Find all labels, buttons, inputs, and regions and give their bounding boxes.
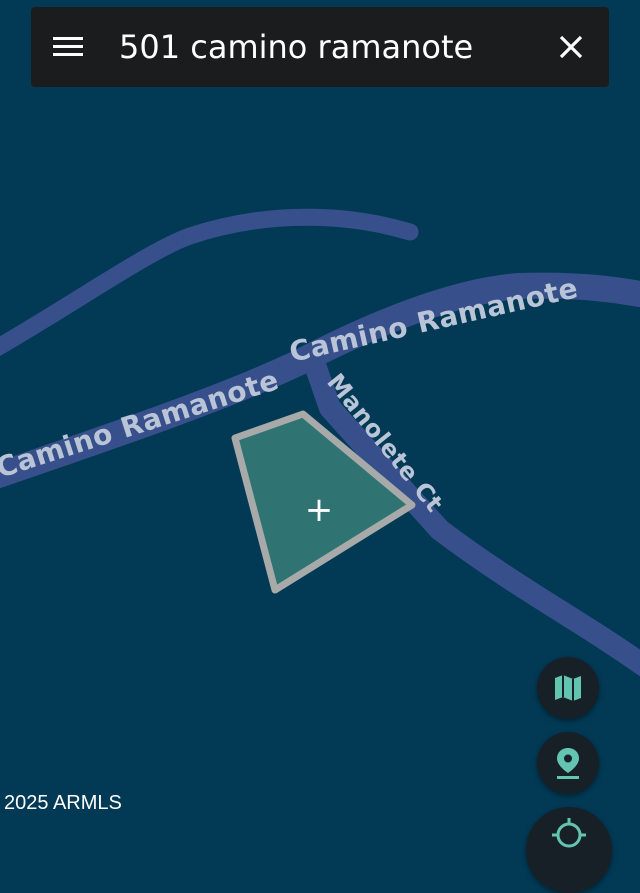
drop-pin-button[interactable]	[537, 732, 599, 794]
close-icon	[559, 35, 583, 59]
map-icon	[555, 675, 581, 701]
search-input[interactable]	[119, 21, 529, 73]
menu-button[interactable]	[51, 31, 85, 63]
hamburger-icon	[53, 37, 83, 56]
map-copyright: 2025 ARMLS	[4, 792, 122, 814]
map-layers-button[interactable]	[537, 657, 599, 719]
my-location-icon	[552, 818, 586, 848]
clear-search-button[interactable]	[553, 29, 589, 65]
search-bar	[31, 7, 609, 87]
location-pin-icon	[557, 748, 579, 779]
svg-text:Camino Ramanote: Camino Ramanote	[286, 271, 581, 368]
my-location-button[interactable]	[526, 807, 612, 893]
parcel-center-marker: +	[305, 490, 334, 530]
road-label-camino-ramanote-east: Camino Ramanote	[286, 271, 580, 368]
map-canvas[interactable]: + Camino Ramanote Camino Ramanote Manole…	[0, 0, 640, 842]
